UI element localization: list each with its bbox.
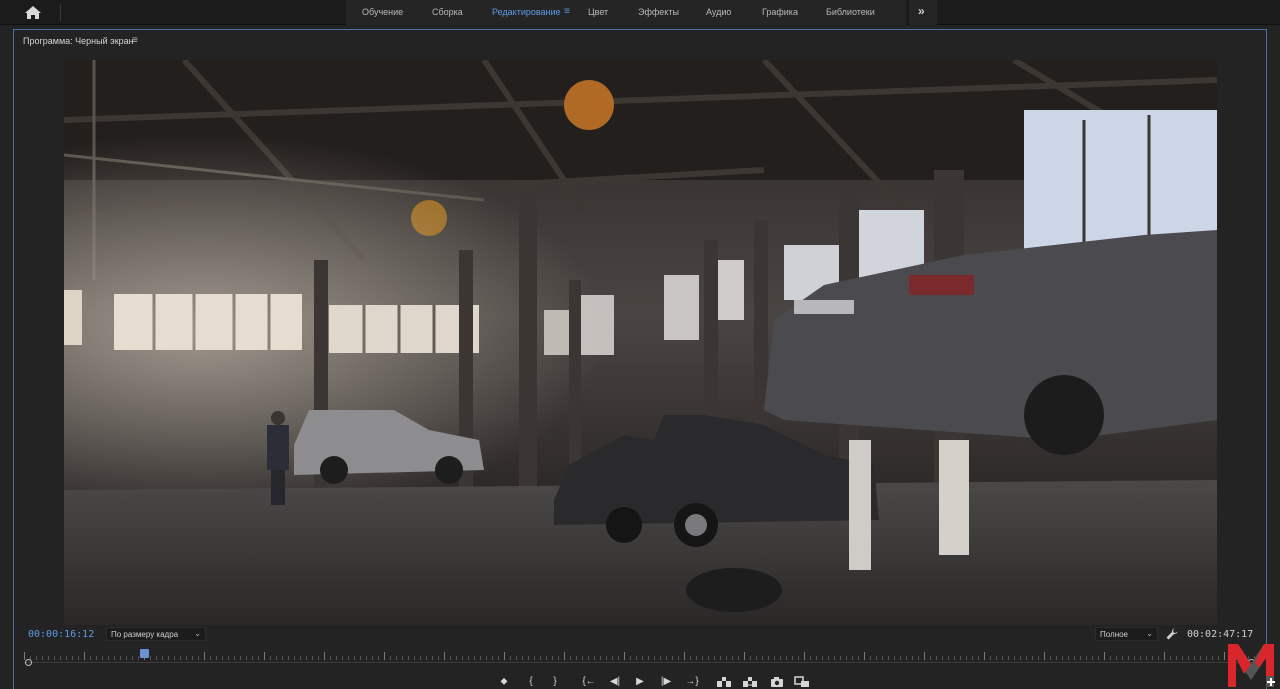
workspace-tabs: Обучение Сборка Редактирование ≡ Цвет Эф… [346, 0, 906, 25]
tab-libraries[interactable]: Библиотеки [826, 7, 875, 17]
premiere-window: Обучение Сборка Редактирование ≡ Цвет Эф… [0, 0, 1280, 689]
tab-audio[interactable]: Аудио [706, 7, 731, 17]
tab-effects[interactable]: Эффекты [638, 7, 679, 17]
chevron-down-icon: ⌄ [1146, 629, 1153, 638]
panel-menu-icon[interactable]: ≡ [132, 35, 138, 46]
playhead[interactable] [140, 649, 150, 658]
go-to-in-button[interactable]: {← [579, 676, 599, 688]
time-ruler[interactable] [24, 648, 1258, 664]
double-chevron-icon: » [918, 4, 925, 18]
home-icon[interactable] [22, 4, 44, 21]
zoom-scroll-handle-left[interactable] [25, 659, 32, 666]
comparison-view-icon[interactable] [794, 676, 810, 688]
panel-title[interactable]: Программа: Черный экран [23, 36, 134, 46]
wrench-icon[interactable] [1165, 627, 1179, 641]
workspace-overflow-button[interactable]: » [909, 0, 937, 25]
tab-color[interactable]: Цвет [588, 7, 608, 17]
tab-learning[interactable]: Обучение [362, 7, 403, 17]
add-marker-button[interactable]: ⬥ [497, 676, 511, 688]
playback-resolution-select[interactable]: Полное ⌄ [1095, 627, 1158, 641]
tab-assembly[interactable]: Сборка [432, 7, 463, 17]
video-preview[interactable] [64, 60, 1217, 625]
chevron-down-icon: ⌄ [194, 629, 201, 638]
mark-out-button[interactable]: } [549, 676, 561, 688]
lift-icon[interactable] [716, 676, 732, 688]
fit-select[interactable]: По размеру кадра ⌄ [106, 627, 206, 641]
go-to-out-button[interactable]: →} [682, 676, 702, 688]
step-forward-button[interactable]: |▶ [657, 676, 675, 688]
duration-timecode: 00:02:47:17 [1187, 629, 1254, 640]
camera-icon[interactable] [770, 676, 784, 688]
tab-editing[interactable]: Редактирование [492, 7, 561, 17]
channel-logo [1228, 644, 1275, 687]
extract-icon[interactable] [742, 676, 758, 688]
mark-in-button[interactable]: { [525, 676, 537, 688]
fit-select-value: По размеру кадра [111, 630, 179, 639]
playback-resolution-value: Полное [1100, 630, 1129, 639]
workspace-bar: Обучение Сборка Редактирование ≡ Цвет Эф… [0, 0, 1280, 25]
play-button[interactable]: ▶ [632, 676, 648, 688]
toolbar-divider [60, 4, 61, 21]
garage-scene-image [64, 60, 1217, 625]
workspace-menu-icon[interactable]: ≡ [564, 6, 570, 17]
current-timecode[interactable]: 00:00:16:12 [28, 629, 94, 640]
tab-graphics[interactable]: Графика [762, 7, 798, 17]
program-monitor-panel: Программа: Черный экран ≡ 00:00:16:12 По… [13, 29, 1267, 689]
step-back-button[interactable]: ◀| [606, 676, 624, 688]
